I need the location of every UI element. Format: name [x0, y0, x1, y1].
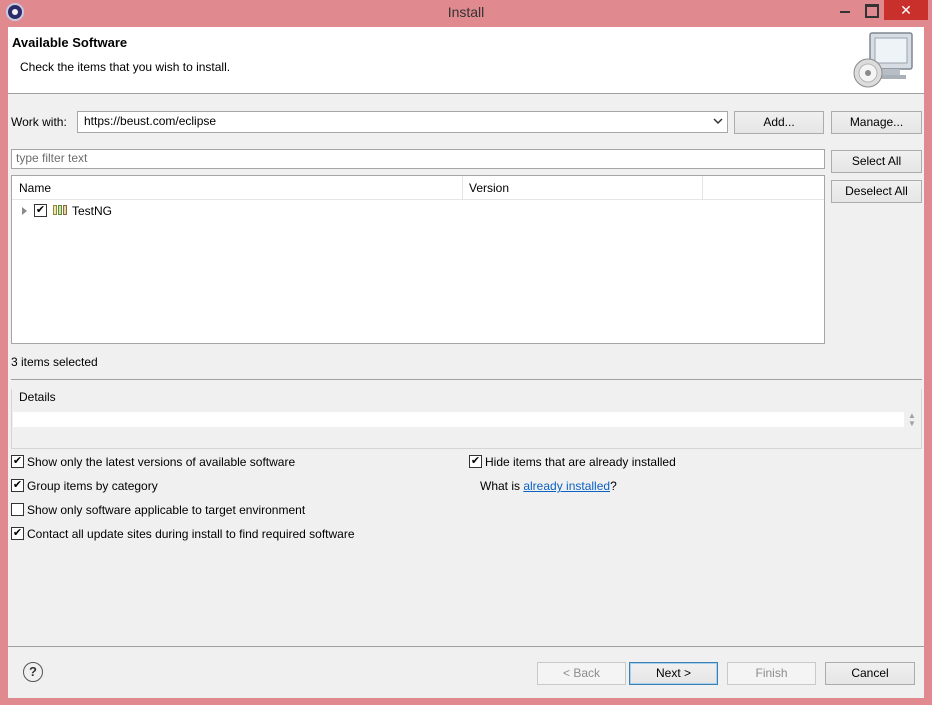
computer-cd-icon — [853, 32, 913, 88]
work-with-label: Work with: — [11, 115, 67, 129]
window-title: Install — [447, 4, 485, 20]
option-contact-all-sites[interactable]: ✔ Contact all update sites during instal… — [11, 526, 451, 542]
option-applicable-only[interactable]: Show only software applicable to target … — [11, 502, 451, 518]
option-label: Hide items that are already installed — [485, 455, 676, 469]
option-label: Contact all update sites during install … — [27, 527, 355, 541]
back-button[interactable]: < Back — [537, 662, 626, 685]
hide-installed-checkbox[interactable]: ✔ — [469, 455, 482, 468]
tree-row-testng[interactable]: ✔ TestNG — [12, 202, 824, 220]
option-latest-versions[interactable]: ✔ Show only the latest versions of avail… — [11, 454, 451, 470]
expand-arrow-icon[interactable] — [22, 207, 27, 215]
selection-status: 3 items selected — [11, 355, 98, 369]
title-bar: Install ✕ — [0, 0, 932, 27]
chevron-down-icon[interactable] — [712, 114, 724, 128]
help-icon[interactable]: ? — [23, 662, 43, 682]
contact-all-sites-checkbox[interactable]: ✔ — [11, 527, 24, 540]
divider — [11, 379, 922, 380]
page-subtitle: Check the items that you wish to install… — [20, 60, 231, 74]
details-text — [13, 412, 904, 427]
add-button[interactable]: Add... — [734, 111, 824, 134]
footer-divider — [8, 646, 924, 647]
next-button[interactable]: Next > — [629, 662, 718, 685]
tree-header: Name Version — [12, 176, 824, 200]
option-label: Show only software applicable to target … — [27, 503, 306, 517]
column-divider[interactable] — [702, 176, 703, 200]
already-installed-suffix: ? — [610, 479, 617, 493]
category-icon — [53, 205, 67, 215]
option-hide-installed[interactable]: ✔ Hide items that are already installed — [469, 454, 769, 470]
wizard-header: Available Software Check the items that … — [8, 27, 924, 94]
select-all-button[interactable]: Select All — [831, 150, 922, 173]
option-label: Show only the latest versions of availab… — [27, 455, 296, 469]
details-scrollbar[interactable]: ▲ ▼ — [906, 412, 918, 430]
maximize-button[interactable] — [858, 0, 884, 20]
column-version[interactable]: Version — [469, 181, 509, 195]
column-name[interactable]: Name — [19, 181, 51, 195]
deselect-all-button[interactable]: Deselect All — [831, 180, 922, 203]
option-label: Group items by category — [27, 479, 158, 493]
testng-checkbox[interactable]: ✔ — [34, 204, 47, 217]
cancel-button[interactable]: Cancel — [825, 662, 915, 685]
latest-versions-checkbox[interactable]: ✔ — [11, 455, 24, 468]
group-by-category-checkbox[interactable]: ✔ — [11, 479, 24, 492]
tree-item-label: TestNG — [72, 204, 113, 218]
page-title: Available Software — [12, 35, 128, 50]
close-button[interactable]: ✕ — [884, 0, 928, 20]
filter-input[interactable]: type filter text — [11, 149, 825, 169]
column-divider[interactable] — [462, 176, 463, 200]
finish-button[interactable]: Finish — [727, 662, 816, 685]
details-legend: Details — [17, 390, 58, 404]
already-installed-prefix: What is — [480, 479, 524, 493]
already-installed-link[interactable]: already installed — [523, 479, 610, 493]
dialog-body: Available Software Check the items that … — [8, 27, 924, 698]
option-group-by-category[interactable]: ✔ Group items by category — [11, 478, 451, 494]
minimize-button[interactable] — [832, 0, 858, 20]
software-tree[interactable]: Name Version ✔ TestNG — [11, 175, 825, 344]
manage-button[interactable]: Manage... — [831, 111, 922, 134]
already-installed-text: What is already installed? — [480, 479, 617, 493]
work-with-combo[interactable]: https://beust.com/eclipse — [77, 111, 728, 133]
applicable-only-checkbox[interactable] — [11, 503, 24, 516]
work-with-value: https://beust.com/eclipse — [84, 114, 217, 128]
